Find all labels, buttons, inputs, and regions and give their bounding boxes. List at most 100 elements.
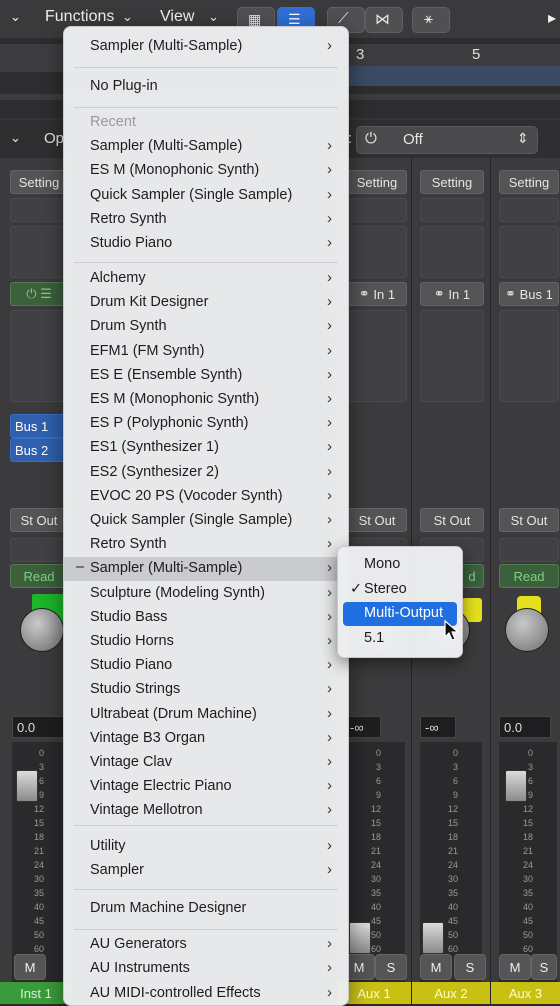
eq-display[interactable]: [347, 226, 407, 278]
menu-item-utility[interactable]: Utility ›: [64, 835, 348, 859]
audio-fx-slots[interactable]: [420, 310, 484, 402]
submenu-item-mono[interactable]: Mono: [343, 553, 457, 577]
menu-item-alchemy[interactable]: Alchemy ›: [64, 267, 348, 291]
chevron-down-icon[interactable]: ⌄: [122, 9, 133, 25]
submenu-item-stereo[interactable]: ✓ Stereo: [343, 578, 457, 602]
menu-item-drum-kit-designer[interactable]: Drum Kit Designer ›: [64, 291, 348, 315]
group-slot[interactable]: [499, 538, 559, 562]
menu-item-sampler[interactable]: Sampler ›: [64, 859, 348, 883]
chevron-right-icon: ›: [327, 390, 332, 407]
eq-display[interactable]: [499, 226, 559, 278]
output-button[interactable]: St Out: [347, 508, 407, 532]
audio-fx-slots[interactable]: [347, 310, 407, 402]
channel-name-aux-2[interactable]: Aux 2: [412, 982, 490, 1004]
menu-item-studio-piano[interactable]: Studio Piano ›: [64, 654, 348, 678]
menu-item-es2-synthesizer-2[interactable]: ES2 (Synthesizer 2) ›: [64, 461, 348, 485]
menu-item-drum-synth[interactable]: Drum Synth ›: [64, 315, 348, 339]
menu-item-es-e-ensemble-synth[interactable]: ES E (Ensemble Synth) ›: [64, 364, 348, 388]
group-slot[interactable]: [10, 538, 68, 562]
mute-button[interactable]: M: [14, 954, 46, 980]
menu-item-retro-synth[interactable]: Retro Synth ›: [64, 208, 348, 232]
menu-item-studio-horns[interactable]: Studio Horns ›: [64, 630, 348, 654]
menu-item-studio-bass[interactable]: Studio Bass ›: [64, 606, 348, 630]
eq-slot[interactable]: [347, 198, 407, 222]
menu-item-au-instruments[interactable]: AU Instruments ›: [64, 957, 348, 981]
menu-item-top-sampler[interactable]: Sampler (Multi-Sample) ›: [64, 35, 348, 59]
menu-item-retro-synth[interactable]: Retro Synth ›: [64, 533, 348, 557]
mute-button[interactable]: M: [420, 954, 452, 980]
menu-item-efm1-fm-synth[interactable]: EFM1 (FM Synth) ›: [64, 340, 348, 364]
submenu-item-5-1[interactable]: 5.1: [343, 627, 457, 651]
functions-menu[interactable]: Functions: [45, 8, 114, 26]
output-button[interactable]: St Out: [420, 508, 484, 532]
send-bus-1[interactable]: Bus 1: [10, 414, 66, 438]
menu-item-es-p-polyphonic-synth[interactable]: ES P (Polyphonic Synth) ›: [64, 412, 348, 436]
menu-item-label: Retro Synth: [90, 210, 167, 227]
solo-button[interactable]: S: [454, 954, 486, 980]
menu-item-quick-sampler-single-sample[interactable]: Quick Sampler (Single Sample) ›: [64, 184, 348, 208]
solo-button[interactable]: S: [531, 954, 557, 980]
menu-item-au-generators[interactable]: AU Generators ›: [64, 933, 348, 957]
channel-name-inst-1[interactable]: Inst 1: [0, 982, 72, 1004]
menu-item-vintage-clav[interactable]: Vintage Clav ›: [64, 751, 348, 775]
playhead-icon[interactable]: ▸: [548, 8, 556, 28]
split-button[interactable]: ⚹: [412, 7, 450, 33]
pan-knob[interactable]: [505, 608, 549, 652]
submenu-item-multi-output[interactable]: Multi-Output: [343, 602, 457, 626]
eq-slot[interactable]: [10, 198, 68, 222]
setting-button[interactable]: Setting: [499, 170, 559, 194]
menu-item-vintage-b3-organ[interactable]: Vintage B3 Organ ›: [64, 727, 348, 751]
menu-item-sculpture-modeling-synth[interactable]: Sculpture (Modeling Synth) ›: [64, 582, 348, 606]
eq-display[interactable]: [10, 226, 68, 278]
setting-button[interactable]: Setting: [420, 170, 484, 194]
menu-item-studio-strings[interactable]: Studio Strings ›: [64, 678, 348, 702]
input-button[interactable]: ⚭ In 1: [347, 282, 407, 306]
cycle-region[interactable]: [340, 66, 560, 86]
menu-item-es-m-monophonic-synth[interactable]: ES M (Monophonic Synth) ›: [64, 388, 348, 412]
eq-display[interactable]: [420, 226, 484, 278]
power-icon[interactable]: ⏻: [365, 130, 377, 147]
fader-scale-tick: 60: [370, 944, 381, 954]
input-button[interactable]: ⚭ In 1: [420, 282, 484, 306]
chevron-down-icon[interactable]: ⌄: [208, 9, 219, 25]
crossfade-button[interactable]: ⋈: [365, 7, 403, 33]
setting-button[interactable]: Setting: [347, 170, 407, 194]
chevron-down-icon[interactable]: ⌄: [10, 130, 21, 146]
solo-button[interactable]: S: [375, 954, 407, 980]
chevron-down-icon[interactable]: ⌄: [10, 9, 21, 25]
input-button[interactable]: ⚭ Bus 1: [499, 282, 559, 306]
output-button[interactable]: St Out: [10, 508, 68, 532]
automation-mode-select[interactable]: ⏻ Off ⇕: [356, 126, 538, 154]
menu-item-vintage-mellotron[interactable]: Vintage Mellotron ›: [64, 799, 348, 823]
menu-item-label: Vintage Clav: [90, 754, 172, 770]
menu-item-es1-synthesizer-1[interactable]: ES1 (Synthesizer 1) ›: [64, 436, 348, 460]
eq-slot[interactable]: [499, 198, 559, 222]
automation-read-button[interactable]: Read: [10, 564, 68, 588]
mute-button[interactable]: M: [499, 954, 531, 980]
view-menu[interactable]: View: [160, 8, 194, 26]
eq-slot[interactable]: [420, 198, 484, 222]
channel-name-aux-3[interactable]: Aux 3: [491, 982, 560, 1004]
menu-item-studio-piano[interactable]: Studio Piano ›: [64, 232, 348, 256]
audio-fx-slots[interactable]: [499, 310, 559, 402]
menu-item-no-plugin[interactable]: No Plug-in: [64, 75, 348, 99]
menu-item-drum-machine-designer[interactable]: Drum Machine Designer: [64, 897, 348, 921]
menu-item-quick-sampler-single-sample[interactable]: Quick Sampler (Single Sample) ›: [64, 509, 348, 533]
instrument-power-button[interactable]: ⏻ ☰: [10, 282, 68, 306]
menu-item-label: Sampler (Multi-Sample): [90, 138, 243, 154]
output-button[interactable]: St Out: [499, 508, 559, 532]
setting-button[interactable]: Setting: [10, 170, 68, 194]
chevron-right-icon: ›: [327, 753, 332, 770]
automation-read-button[interactable]: d: [460, 564, 484, 588]
menu-item-au-midi-controlled-effects[interactable]: AU MIDI-controlled Effects ›: [64, 982, 348, 1005]
automation-read-button[interactable]: Read: [499, 564, 559, 588]
audio-fx-slots[interactable]: [10, 310, 68, 402]
menu-item-ultrabeat-drum-machine[interactable]: Ultrabeat (Drum Machine) ›: [64, 703, 348, 727]
menu-item-es-m-monophonic-synth[interactable]: ES M (Monophonic Synth) ›: [64, 159, 348, 183]
menu-item-sampler-multi-sample[interactable]: – Sampler (Multi-Sample) ›: [64, 557, 348, 582]
send-bus-2[interactable]: Bus 2: [10, 438, 66, 462]
menu-item-sampler-multi-sample[interactable]: Sampler (Multi-Sample) ›: [64, 135, 348, 159]
menu-item-evoc-20-ps-vocoder-synth[interactable]: EVOC 20 PS (Vocoder Synth) ›: [64, 485, 348, 509]
menu-item-vintage-electric-piano[interactable]: Vintage Electric Piano ›: [64, 775, 348, 799]
pan-knob[interactable]: [20, 608, 64, 652]
